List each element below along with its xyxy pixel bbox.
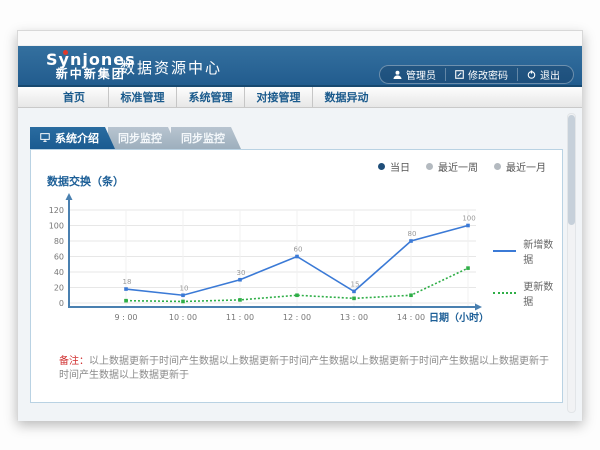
page-title: 数据资源中心 bbox=[120, 57, 222, 78]
svg-text:14 : 00: 14 : 00 bbox=[397, 313, 425, 322]
scrollbar-track[interactable] bbox=[567, 113, 576, 413]
radio-dot-icon bbox=[494, 163, 501, 170]
footnote: 备注：以上数据更新于时间产生数据以上数据更新于时间产生数据以上数据更新于时间产生… bbox=[59, 355, 554, 383]
nav-item-interface-mgmt[interactable]: 对接管理 bbox=[244, 87, 312, 107]
svg-text:10: 10 bbox=[180, 284, 189, 292]
logout-button[interactable]: 退出 bbox=[517, 68, 569, 81]
filter-label: 最近一月 bbox=[506, 159, 546, 174]
nav-item-standard-mgmt[interactable]: 标准管理 bbox=[108, 87, 176, 107]
power-icon bbox=[527, 70, 536, 79]
tab-label: 同步监控 bbox=[181, 130, 225, 146]
user-menu-label: 管理员 bbox=[406, 67, 436, 82]
filter-last-month[interactable]: 最近一月 bbox=[494, 159, 546, 174]
line-sample-dotted bbox=[493, 292, 516, 294]
scrollbar-thumb[interactable] bbox=[568, 115, 575, 225]
svg-text:12 : 00: 12 : 00 bbox=[283, 313, 311, 322]
footnote-text: 以上数据更新于时间产生数据以上数据更新于时间产生数据以上数据更新于时间产生数据以… bbox=[59, 356, 549, 381]
user-icon bbox=[393, 70, 402, 79]
legend-item-updated-data[interactable]: 更新数据 bbox=[493, 278, 562, 308]
change-password-label: 修改密码 bbox=[468, 67, 508, 82]
legend-item-new-data[interactable]: 新增数据 bbox=[493, 236, 562, 266]
app-header: Synjones 新中新集团 数据资源中心 管理员 修改密码 bbox=[18, 46, 582, 87]
tab-system-intro[interactable]: 系统介绍 bbox=[30, 127, 115, 149]
footnote-prefix: 备注： bbox=[59, 356, 89, 367]
svg-text:120: 120 bbox=[49, 206, 64, 215]
svg-text:13 : 00: 13 : 00 bbox=[340, 313, 368, 322]
window-top-strip bbox=[18, 31, 582, 46]
filter-label: 最近一周 bbox=[438, 159, 478, 174]
svg-text:100: 100 bbox=[49, 222, 64, 231]
legend-label: 更新数据 bbox=[523, 278, 562, 308]
monitor-icon bbox=[40, 132, 50, 145]
svg-text:0: 0 bbox=[59, 299, 64, 308]
radio-dot-icon bbox=[378, 163, 385, 170]
filter-today[interactable]: 当日 bbox=[378, 159, 410, 174]
user-menu-admin[interactable]: 管理员 bbox=[384, 68, 445, 81]
svg-text:40: 40 bbox=[54, 268, 64, 277]
main-nav: 首页 标准管理 系统管理 对接管理 数据异动 bbox=[18, 87, 582, 108]
svg-text:80: 80 bbox=[54, 237, 64, 246]
edit-icon bbox=[455, 70, 464, 79]
filter-label: 当日 bbox=[390, 159, 410, 174]
chart-panel: 当日 最近一周 最近一月 数据交换（条） 0 20 40 60 80 100 120 9 : … bbox=[30, 149, 563, 403]
chart-legend: 新增数据 更新数据 bbox=[493, 236, 562, 320]
logout-label: 退出 bbox=[540, 67, 560, 82]
change-password-button[interactable]: 修改密码 bbox=[445, 68, 517, 81]
tab-label: 同步监控 bbox=[118, 130, 162, 146]
user-menu: 管理员 修改密码 退出 bbox=[379, 65, 574, 84]
content-area: 系统介绍 同步监控 同步监控 当日 最近一周 bbox=[18, 108, 582, 421]
logo-red-dot-icon bbox=[63, 50, 68, 55]
svg-text:80: 80 bbox=[408, 230, 417, 238]
tab-bar: 系统介绍 同步监控 同步监控 bbox=[30, 127, 234, 149]
svg-text:60: 60 bbox=[294, 246, 303, 254]
app-window: Synjones 新中新集团 数据资源中心 管理员 修改密码 bbox=[17, 30, 583, 420]
line-sample-solid bbox=[493, 250, 516, 252]
svg-text:18: 18 bbox=[123, 278, 132, 286]
y-axis-title: 数据交换（条） bbox=[47, 173, 124, 189]
svg-text:60: 60 bbox=[54, 253, 64, 262]
tab-label: 系统介绍 bbox=[55, 130, 99, 146]
range-filter-group: 当日 最近一周 最近一月 bbox=[378, 159, 546, 174]
nav-item-home[interactable]: 首页 bbox=[40, 87, 108, 107]
tab-sync-monitor-2[interactable]: 同步监控 bbox=[171, 127, 241, 149]
line-chart-svg: 0 20 40 60 80 100 120 9 : 00 10 : 00 11 : 00 12 : … bbox=[31, 190, 541, 330]
tab-sync-monitor-1[interactable]: 同步监控 bbox=[108, 127, 178, 149]
svg-text:30: 30 bbox=[237, 269, 246, 277]
svg-text:日期（小时）: 日期（小时） bbox=[429, 311, 489, 324]
filter-last-week[interactable]: 最近一周 bbox=[426, 159, 478, 174]
legend-label: 新增数据 bbox=[523, 236, 562, 266]
svg-text:20: 20 bbox=[54, 284, 64, 293]
svg-text:100: 100 bbox=[462, 215, 475, 223]
nav-item-system-mgmt[interactable]: 系统管理 bbox=[176, 87, 244, 107]
svg-text:9 : 00: 9 : 00 bbox=[114, 313, 137, 322]
svg-text:11 : 00: 11 : 00 bbox=[226, 313, 254, 322]
svg-text:10 : 00: 10 : 00 bbox=[169, 313, 197, 322]
radio-dot-icon bbox=[426, 163, 433, 170]
svg-text:15: 15 bbox=[351, 280, 360, 288]
nav-item-data-change[interactable]: 数据异动 bbox=[312, 87, 380, 107]
